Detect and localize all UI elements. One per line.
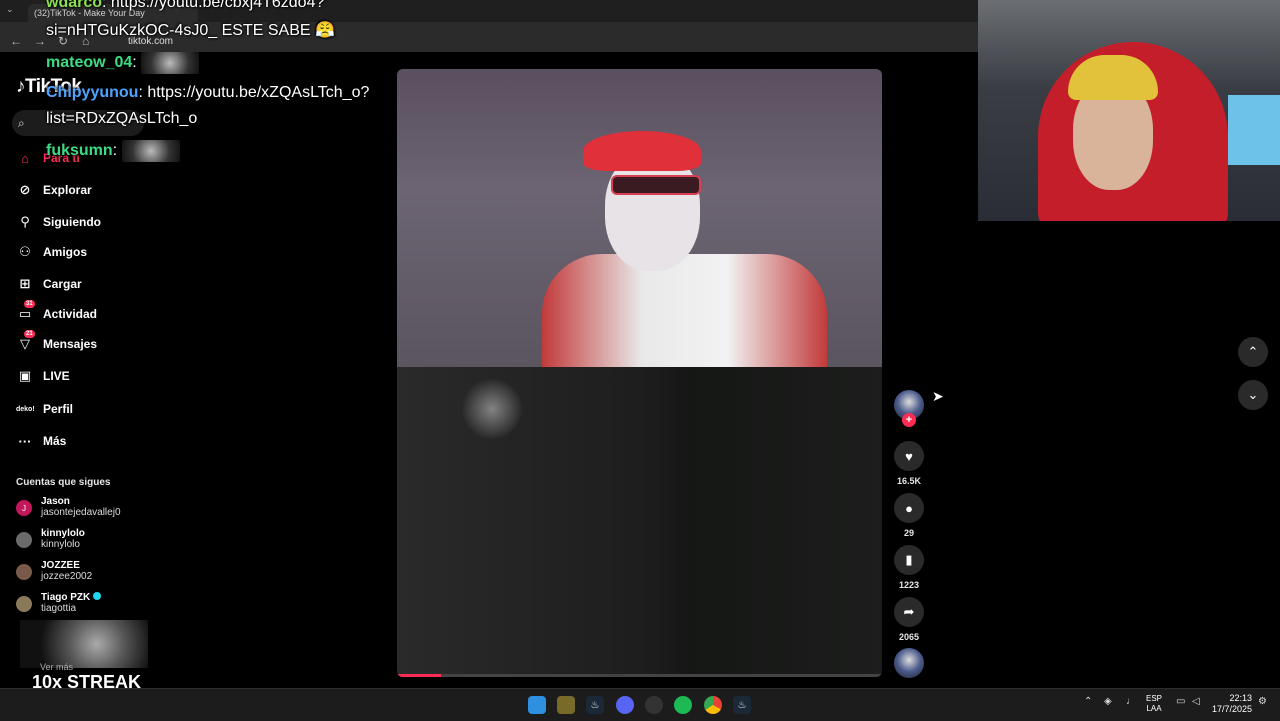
chat-message: Chipyyunou: https://youtu.be/xZQAsLTch_o…	[46, 84, 370, 101]
bookmark-icon: ▮	[905, 552, 913, 567]
save-count: 1223	[898, 580, 920, 590]
compass-icon: ⊘	[19, 182, 31, 197]
back-icon[interactable]: ←	[10, 34, 22, 48]
chevron-up-icon: ⌃	[1247, 344, 1259, 359]
verified-badge-icon	[93, 592, 102, 600]
share-icon: ➦	[903, 604, 915, 619]
language-indicator[interactable]: ESP LAA	[1146, 694, 1162, 714]
volume-icon[interactable]: ◁	[1192, 696, 1200, 707]
messages-icon: ▽ 21	[20, 330, 35, 351]
search-icon: ⌕	[18, 116, 25, 130]
live-icon: ▣	[18, 368, 32, 383]
person-sunglasses	[611, 175, 701, 195]
sidebar-item-perfil[interactable]: deko! Perfil	[16, 398, 73, 420]
following-section-title: Cuentas que sigues	[16, 477, 111, 488]
account-username: tiagottia	[41, 603, 77, 614]
start-icon[interactable]	[528, 696, 546, 714]
following-account-jason[interactable]: J Jason jasontejedavallej0	[16, 496, 121, 519]
account-name: JOZZEE	[41, 560, 80, 571]
sound-disc-icon[interactable]	[894, 648, 924, 678]
chat-message-continued: si=nHTGuKzkOC-4sJ0_ ESTE SABE 😤	[46, 22, 335, 39]
avatar	[16, 564, 32, 580]
tab-list-dropdown-icon[interactable]: ⌄	[6, 4, 14, 15]
steam-secondary-icon[interactable]: ♨	[733, 696, 751, 714]
account-username: kinnylolo	[41, 539, 80, 550]
webcam-overlay	[978, 0, 1280, 221]
avatar	[16, 532, 32, 548]
avatar	[16, 596, 32, 612]
mouse-cursor-icon: ➤	[932, 388, 944, 404]
steam-icon[interactable]: ♨	[586, 696, 604, 714]
upload-icon: ⊞	[19, 276, 31, 291]
avatar: J	[16, 500, 32, 516]
chat-emote	[121, 140, 180, 162]
light-glare	[462, 379, 522, 439]
discord-icon[interactable]	[616, 696, 634, 714]
comment-count: 29	[903, 528, 914, 538]
file-explorer-icon[interactable]	[557, 696, 575, 714]
following-account-tiago[interactable]: Tiago PZK tiagottia	[16, 592, 102, 615]
chat-message: wdarco: https://youtu.be/cbxj4T6zdo4?	[46, 0, 325, 11]
share-button[interactable]: ➦	[894, 597, 924, 627]
chat-message: mateow_04:	[46, 52, 200, 74]
home-icon: ⌂	[21, 150, 29, 166]
like-button[interactable]: ♥	[894, 441, 924, 471]
sidebar-item-cargar[interactable]: ⊞ Cargar	[16, 273, 82, 295]
sidebar-item-actividad[interactable]: ▭ 31 Actividad	[16, 300, 97, 325]
chrome-icon[interactable]	[704, 696, 722, 714]
notifications-icon[interactable]: ⚙	[1258, 696, 1267, 707]
chat-emote	[141, 52, 200, 74]
save-button[interactable]: ▮	[894, 545, 924, 575]
following-account-jozzee[interactable]: JOZZEE jozzee2002	[16, 560, 92, 583]
following-account-kinnylolo[interactable]: kinnylolo kinnylolo	[16, 528, 85, 551]
account-username: jasontejedavallej0	[41, 507, 121, 518]
user-follow-icon: ⚲	[20, 214, 30, 229]
chat-message: fuksumn:	[46, 140, 180, 162]
see-more-link[interactable]: Ver más	[40, 662, 73, 672]
person-cap	[583, 131, 701, 171]
friends-icon: ⚇	[19, 244, 31, 259]
like-count: 16.5K	[896, 476, 922, 486]
system-clock[interactable]: 22:13 17/7/2025	[1212, 693, 1252, 715]
obs-icon[interactable]	[645, 696, 663, 714]
activity-badge: 31	[24, 300, 35, 308]
account-name: Jason	[41, 496, 70, 507]
network-icon[interactable]: ▭	[1176, 696, 1185, 707]
comment-button[interactable]: ●	[894, 493, 924, 523]
account-name: Tiago PZK	[41, 592, 102, 603]
share-count: 2065	[898, 632, 920, 642]
follow-plus-icon[interactable]: +	[902, 413, 916, 427]
account-username: jozzee2002	[41, 571, 93, 582]
heart-icon: ♥	[905, 448, 913, 464]
previous-video-button[interactable]: ⌃	[1238, 337, 1268, 367]
streak-emote-image	[20, 620, 148, 668]
video-player[interactable]	[397, 69, 882, 677]
person-jacket	[542, 254, 827, 367]
sidebar-item-mensajes[interactable]: ▽ 21 Mensajes	[16, 330, 97, 355]
tray-app-icon[interactable]: ◈	[1104, 696, 1112, 707]
video-frame-bottom	[397, 367, 882, 677]
activity-icon: ▭ 31	[18, 300, 35, 321]
sidebar-item-live[interactable]: ▣ LIVE	[16, 365, 70, 387]
profile-icon: deko!	[16, 405, 35, 413]
forward-icon[interactable]: →	[34, 34, 46, 48]
sidebar-item-siguiendo[interactable]: ⚲ Siguiendo	[16, 211, 101, 233]
video-frame-top	[397, 69, 882, 367]
spotify-icon[interactable]	[674, 696, 692, 714]
sidebar-item-explorar[interactable]: ⊘ Explorar	[16, 179, 92, 201]
more-icon: ···	[18, 433, 32, 449]
chat-message-continued: list=RDxZQAsLTch_o	[46, 110, 198, 127]
tray-overflow-icon[interactable]: ⌃	[1084, 696, 1092, 707]
sidebar-item-mas[interactable]: ··· Más	[16, 430, 67, 452]
account-name: kinnylolo	[41, 528, 85, 539]
video-progress-bar[interactable]	[397, 674, 882, 677]
next-video-button[interactable]: ⌄	[1238, 380, 1268, 410]
messages-badge: 21	[24, 330, 35, 338]
video-progress-fill	[397, 674, 441, 677]
sidebar-item-amigos[interactable]: ⚇ Amigos	[16, 241, 87, 263]
comment-icon: ●	[905, 500, 913, 516]
chevron-down-icon: ⌄	[1247, 387, 1259, 402]
background-monitor	[1228, 95, 1280, 165]
microphone-icon[interactable]: ♩	[1126, 696, 1136, 707]
